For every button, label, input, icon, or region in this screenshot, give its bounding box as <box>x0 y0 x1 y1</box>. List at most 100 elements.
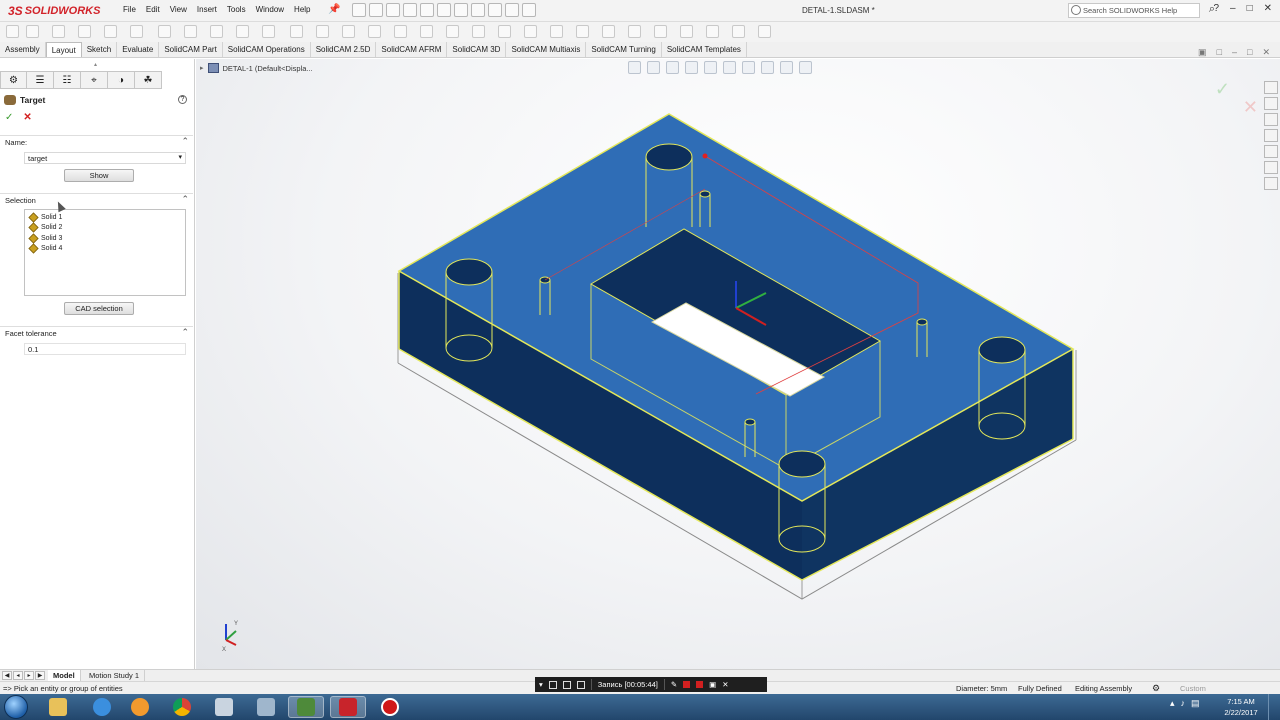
property-manager-tab-icon[interactable]: ☰ <box>27 71 54 89</box>
toolbar-tool-icon[interactable] <box>394 25 407 38</box>
list-item[interactable]: Solid 4 <box>25 243 185 255</box>
taskbar-solidworks[interactable] <box>330 696 366 718</box>
list-item[interactable]: Solid 1 <box>25 212 185 223</box>
new-document-icon[interactable] <box>352 3 366 17</box>
recorder-close-icon[interactable]: ✕ <box>722 680 728 689</box>
tab-solidcam-2-5d[interactable]: SolidCAM 2.5D <box>311 42 377 57</box>
menu-tools[interactable]: Tools <box>222 5 251 14</box>
menu-insert[interactable]: Insert <box>192 5 222 14</box>
toolbar-tool-icon[interactable] <box>628 25 641 38</box>
3d-model-view[interactable]: Y X <box>196 59 1280 669</box>
toolbar-tool-icon[interactable] <box>446 25 459 38</box>
toolbar-tool-icon[interactable] <box>602 25 615 38</box>
doc-close-icon[interactable]: ✕ <box>1262 47 1270 58</box>
menu-view[interactable]: View <box>165 5 192 14</box>
menu-file[interactable]: File <box>118 5 141 14</box>
help-search-input[interactable]: Search SOLIDWORKS Help ⌕ <box>1068 3 1215 18</box>
graphics-area[interactable]: ▸ DETAL-1 (Default<Displa... ✓ ✕ Y X <box>196 59 1280 669</box>
name-section-header[interactable]: Name: ⌃ <box>0 135 193 147</box>
recorder-menu-icon[interactable]: ▾ <box>539 680 543 689</box>
toolbar-tool-icon[interactable] <box>654 25 667 38</box>
taskbar-ie[interactable] <box>84 696 120 718</box>
collapse-handle-icon[interactable]: ▴ <box>94 61 100 68</box>
pin-menu-icon[interactable]: 📌 <box>328 4 340 15</box>
help-icon[interactable]: ? <box>178 95 187 104</box>
toolbar-tool-icon[interactable] <box>184 25 197 38</box>
open-recent-icon[interactable] <box>522 3 536 17</box>
tab-solidcam-operations[interactable]: SolidCAM Operations <box>223 42 311 57</box>
tile-icon[interactable]: ▣ <box>1198 47 1207 58</box>
save-icon[interactable] <box>386 3 400 17</box>
toolbar-tool-icon[interactable] <box>78 25 91 38</box>
volume-icon[interactable]: ♪ <box>1181 698 1186 709</box>
doc-minimize-icon[interactable]: – <box>1232 47 1237 58</box>
tab-solidcam-templates[interactable]: SolidCAM Templates <box>662 42 747 57</box>
toolbar-tool-icon[interactable] <box>316 25 329 38</box>
open-document-icon[interactable] <box>369 3 383 17</box>
windows-start-icon[interactable] <box>4 695 28 719</box>
first-tab-icon[interactable]: ◀ <box>2 671 12 680</box>
folder-icon[interactable] <box>505 3 519 17</box>
list-item[interactable]: Solid 3 <box>25 233 185 244</box>
tab-evaluate[interactable]: Evaluate <box>117 42 160 57</box>
configuration-manager-tab-icon[interactable]: ☷ <box>54 71 81 89</box>
toolbar-tool-icon[interactable] <box>262 25 275 38</box>
restore-icon[interactable]: □ <box>1247 3 1253 14</box>
selection-section-header[interactable]: Selection ⌃ <box>0 193 193 205</box>
selection-list[interactable]: Solid 1 Solid 2 Solid 3 Solid 4 <box>24 209 186 296</box>
taskbar-media[interactable] <box>122 696 158 718</box>
taskbar-network[interactable] <box>248 696 284 718</box>
menu-help[interactable]: Help <box>289 5 315 14</box>
toolbar-tool-icon[interactable] <box>420 25 433 38</box>
pen-icon[interactable]: ✎ <box>671 680 677 689</box>
chevron-up-icon[interactable]: ⌃ <box>181 327 189 338</box>
solidcam-tab-icon[interactable]: ☘ <box>135 71 162 89</box>
camera-icon[interactable]: ▣ <box>709 680 716 689</box>
display-manager-tab-icon[interactable]: ◑ <box>108 71 135 89</box>
tab-solidcam-multiaxis[interactable]: SolidCAM Multiaxis <box>506 42 587 57</box>
stop-icon[interactable] <box>696 681 704 688</box>
network-tray-icon[interactable]: ▤ <box>1191 698 1200 709</box>
toolbar-tool-icon[interactable] <box>104 25 117 38</box>
tab-solidcam-afrm[interactable]: SolidCAM AFRM <box>376 42 448 57</box>
taskbar-app[interactable] <box>288 696 324 718</box>
toolbar-tool-icon[interactable] <box>368 25 381 38</box>
toolbar-tool-icon[interactable] <box>472 25 485 38</box>
toolbar-tool-icon[interactable] <box>130 25 143 38</box>
last-tab-icon[interactable]: ▶ <box>35 671 45 680</box>
toolbar-tool-icon[interactable] <box>6 25 19 38</box>
ok-check-icon[interactable]: ✓ <box>5 112 13 123</box>
solidworks-logo[interactable]: 3S SOLIDWORKS <box>8 4 100 18</box>
facet-tolerance-input[interactable]: 0.1 <box>24 343 186 355</box>
show-desktop-button[interactable] <box>1268 694 1280 720</box>
toolbar-tool-icon[interactable] <box>758 25 771 38</box>
toolbar-tool-icon[interactable] <box>550 25 563 38</box>
menu-window[interactable]: Window <box>251 5 289 14</box>
tab-assembly[interactable]: Assembly <box>0 42 46 57</box>
next-tab-icon[interactable]: ▸ <box>24 671 34 680</box>
recorder-fullscreen-icon[interactable] <box>576 680 585 689</box>
dimxpert-tab-icon[interactable]: ⌖ <box>81 71 108 89</box>
toolbar-tool-icon[interactable] <box>236 25 249 38</box>
recorder-window-icon[interactable] <box>548 680 557 689</box>
toolbar-tool-icon[interactable] <box>680 25 693 38</box>
tab-solidcam-turning[interactable]: SolidCAM Turning <box>586 42 662 57</box>
toolbar-tool-icon[interactable] <box>26 25 39 38</box>
help-menu-icon[interactable]: ? <box>1213 3 1219 14</box>
taskbar-recorder[interactable] <box>372 696 408 718</box>
prev-tab-icon[interactable]: ◂ <box>13 671 23 680</box>
toolbar-tool-icon[interactable] <box>52 25 65 38</box>
cad-selection-button[interactable]: CAD selection <box>64 302 134 315</box>
taskbar-clock[interactable]: 7:15 AM 2/22/2017 <box>1222 696 1260 718</box>
select-icon[interactable] <box>437 3 451 17</box>
chevron-up-icon[interactable]: ⌃ <box>181 136 189 147</box>
toolbar-tool-icon[interactable] <box>498 25 511 38</box>
doc-maximize-icon[interactable]: □ <box>1247 47 1252 58</box>
toolbar-tool-icon[interactable] <box>524 25 537 38</box>
options-gear-icon[interactable] <box>488 3 502 17</box>
tray-arrow-icon[interactable]: ▴ <box>1170 698 1175 709</box>
toolbar-tool-icon[interactable] <box>342 25 355 38</box>
tab-solidcam-part[interactable]: SolidCAM Part <box>159 42 223 57</box>
taskbar-explorer[interactable] <box>40 696 76 718</box>
toolbar-tool-icon[interactable] <box>706 25 719 38</box>
